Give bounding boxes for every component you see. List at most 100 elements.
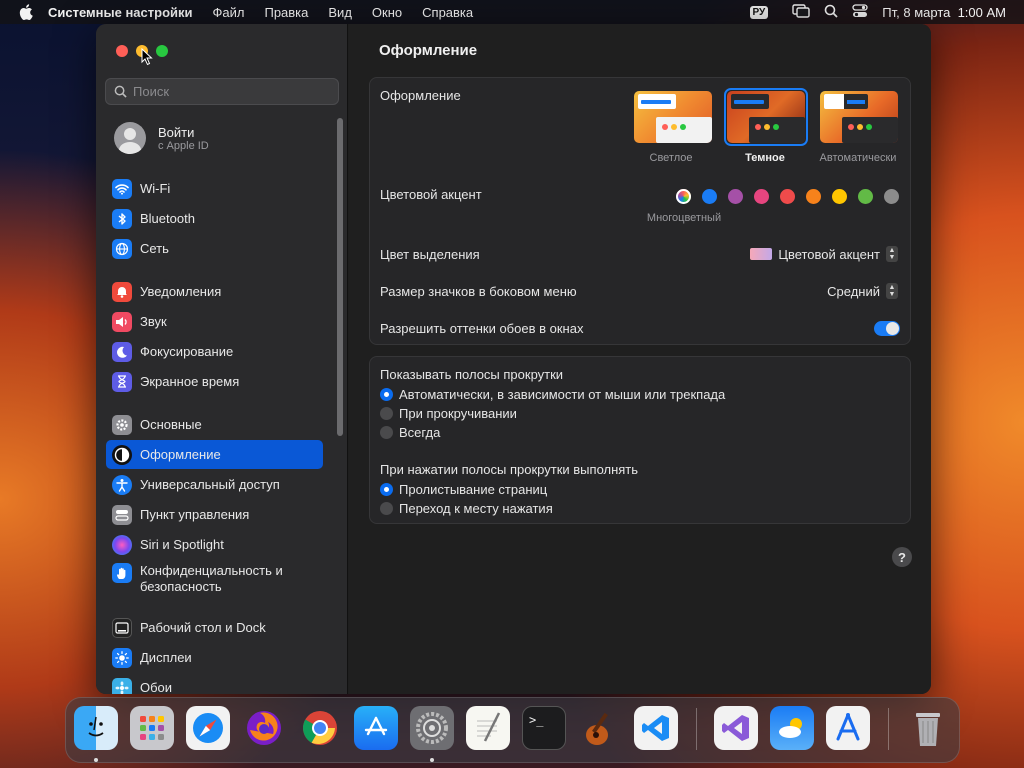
accent-blue-dot[interactable] xyxy=(702,189,717,204)
click-spot-radio[interactable] xyxy=(380,502,393,515)
accent-yellow-dot[interactable] xyxy=(832,189,847,204)
sidebar-item-label: Рабочий стол и Dock xyxy=(140,620,266,635)
scrollbars-auto-radio[interactable] xyxy=(380,388,393,401)
sidebar-item-general[interactable]: Основные xyxy=(106,410,323,439)
accent-green-dot[interactable] xyxy=(858,189,873,204)
accent-pink-dot[interactable] xyxy=(754,189,769,204)
scrollbars-panel: Показывать полосы прокрутки Автоматическ… xyxy=(369,356,911,524)
sidebar-item-focus[interactable]: Фокусирование xyxy=(106,337,323,366)
appearance-light-caption: Светлое xyxy=(649,152,693,164)
help-button[interactable]: ? xyxy=(892,547,912,567)
accessibility-icon xyxy=(112,474,132,495)
sidebar-item-label: Экранное время xyxy=(140,374,240,389)
sidebar-item-desktop-dock[interactable]: Рабочий стол и Dock xyxy=(106,613,323,642)
highlight-value: Цветовой акцент xyxy=(778,246,880,262)
menu-app-name[interactable]: Системные настройки xyxy=(48,5,193,20)
sidebar-item-wifi[interactable]: Wi-Fi xyxy=(106,174,323,203)
menu-view[interactable]: Вид xyxy=(328,5,352,20)
sidebar-item-label: Фокусирование xyxy=(140,344,234,359)
sidebar-item-sound[interactable]: Звук xyxy=(106,307,323,336)
highlight-label: Цвет выделения xyxy=(380,247,480,262)
click-page-label: Пролистывание страниц xyxy=(399,482,548,497)
screen-mirroring-icon[interactable] xyxy=(792,3,810,21)
xcode-instruments-icon[interactable] xyxy=(826,706,870,750)
scrollbars-scrolling-radio[interactable] xyxy=(380,407,393,420)
dock-icon xyxy=(112,617,132,638)
dock: >_ xyxy=(65,697,960,763)
chrome-icon[interactable] xyxy=(298,706,342,750)
sidebar-item-notifications[interactable]: Уведомления xyxy=(106,277,323,306)
appearance-auto-option[interactable] xyxy=(820,91,898,143)
sidebar-item-control-center[interactable]: Пункт управления xyxy=(106,500,323,529)
zoom-window-button[interactable] xyxy=(156,45,168,57)
terminal-icon[interactable]: >_ xyxy=(522,706,566,750)
sidebar-item-appearance[interactable]: Оформление xyxy=(106,440,323,469)
accent-red-dot[interactable] xyxy=(780,189,795,204)
sidebar-item-siri[interactable]: Siri и Spotlight xyxy=(106,530,323,559)
sidebar-scrollbar[interactable] xyxy=(337,118,343,436)
close-window-button[interactable] xyxy=(116,45,128,57)
appearance-light-option[interactable] xyxy=(634,91,712,143)
highlight-popup[interactable]: Цветовой акцент ▲ ▼ xyxy=(750,246,898,262)
dock-separator xyxy=(888,708,889,750)
sidebar-item-displays[interactable]: Дисплеи xyxy=(106,643,323,672)
icon-size-popup[interactable]: Средний ▲ ▼ xyxy=(827,283,898,299)
menu-file[interactable]: Файл xyxy=(213,5,245,20)
menu-window[interactable]: Окно xyxy=(372,5,402,20)
chevron-updown-icon: ▲ ▼ xyxy=(886,246,898,262)
click-page-radio[interactable] xyxy=(380,483,393,496)
accent-graphite-dot[interactable] xyxy=(884,189,899,204)
click-label: При нажатии полосы прокрутки выполнять xyxy=(380,462,639,477)
apple-menu-icon[interactable] xyxy=(18,4,34,20)
scrollbars-always-radio[interactable] xyxy=(380,426,393,439)
app-store-icon[interactable] xyxy=(354,706,398,750)
sidebar-search[interactable] xyxy=(105,78,339,105)
appearance-dark-caption: Темное xyxy=(745,152,785,164)
sidebar-item-label: Оформление xyxy=(140,447,221,462)
sidebar-item-label: Bluetooth xyxy=(140,211,195,226)
menu-clock[interactable]: Пт, 8 марта 1:00 AM xyxy=(882,5,1006,20)
dock-separator xyxy=(696,708,697,750)
click-spot-label: Переход к месту нажатия xyxy=(399,501,553,516)
wallpaper-icon xyxy=(112,677,132,694)
visual-studio-icon[interactable] xyxy=(714,706,758,750)
sidebar-item-label: Основные xyxy=(140,417,202,432)
garageband-icon[interactable] xyxy=(578,706,622,750)
firefox-icon[interactable] xyxy=(242,706,286,750)
menu-edit[interactable]: Правка xyxy=(264,5,308,20)
control-center-menu-icon[interactable] xyxy=(852,3,868,21)
sidebar-item-wallpaper[interactable]: Обои xyxy=(106,673,323,694)
accent-purple-dot[interactable] xyxy=(728,189,743,204)
apple-id-signin[interactable]: Войти с Apple ID xyxy=(114,122,209,154)
weather-icon[interactable] xyxy=(770,706,814,750)
accent-caption: Многоцветный xyxy=(646,212,722,224)
system-settings-icon[interactable] xyxy=(410,706,454,750)
globe-icon xyxy=(112,238,132,259)
search-input[interactable] xyxy=(133,84,333,99)
sidebar-item-accessibility[interactable]: Универсальный доступ xyxy=(106,470,323,499)
sidebar-item-network[interactable]: Сеть xyxy=(106,234,323,263)
textedit-icon[interactable] xyxy=(466,706,510,750)
finder-icon[interactable] xyxy=(74,706,118,750)
main-pane: Оформление Оформление Светлое Темное Авт… xyxy=(349,24,931,694)
hourglass-icon xyxy=(112,371,132,392)
highlight-swatch xyxy=(750,248,773,260)
sidebar-item-label: Сеть xyxy=(140,241,169,256)
appearance-dark-option[interactable] xyxy=(727,91,805,143)
vscode-icon[interactable] xyxy=(634,706,678,750)
sidebar-item-screen-time[interactable]: Экранное время xyxy=(106,367,323,396)
accent-multicolor-dot[interactable] xyxy=(676,189,691,204)
spotlight-search-icon[interactable] xyxy=(824,4,838,21)
accent-orange-dot[interactable] xyxy=(806,189,821,204)
sidebar-item-bluetooth[interactable]: Bluetooth xyxy=(106,204,323,233)
wallpaper-tint-label: Разрешить оттенки обоев в окнах xyxy=(380,321,584,336)
trash-icon[interactable] xyxy=(906,706,950,750)
launchpad-icon[interactable] xyxy=(130,706,174,750)
menu-help[interactable]: Справка xyxy=(422,5,473,20)
input-source-badge[interactable]: РУ xyxy=(749,5,769,19)
scrollbars-auto-label: Автоматически, в зависимости от мыши или… xyxy=(399,387,726,402)
sidebar-item-privacy[interactable]: Конфиденциальность и безопасность xyxy=(106,557,323,601)
safari-icon[interactable] xyxy=(186,706,230,750)
wallpaper-tint-toggle[interactable] xyxy=(874,321,900,336)
apple-id-subtitle: с Apple ID xyxy=(158,139,209,152)
